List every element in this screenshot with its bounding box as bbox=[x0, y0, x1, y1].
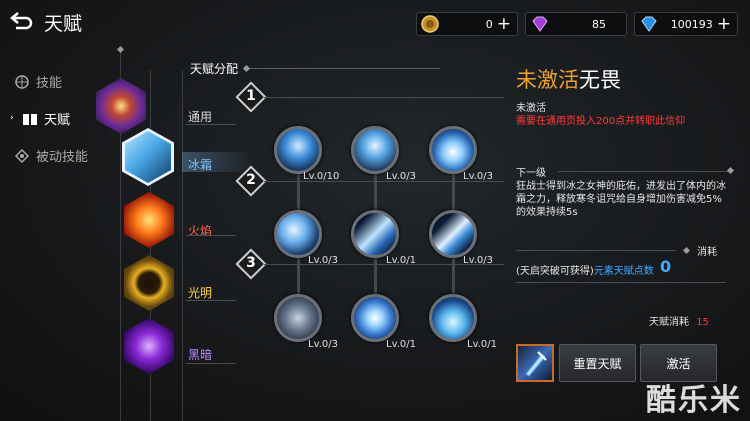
talent-requirement: 需要在通用页投入200点并转职此信仰 bbox=[516, 116, 686, 127]
gold-coin-value: 0 bbox=[485, 17, 493, 31]
nav-label-passive: 被动技能 bbox=[36, 150, 89, 165]
divider-line bbox=[186, 235, 236, 236]
skill-level: Lv.0/10 bbox=[303, 171, 340, 182]
next-level-label: 下一级 bbox=[516, 168, 546, 179]
book-icon bbox=[22, 111, 38, 127]
skill-icon bbox=[14, 74, 30, 90]
category-label-general[interactable]: 通用 bbox=[188, 108, 212, 125]
category-label-light[interactable]: 光明 bbox=[188, 284, 212, 301]
purple-gem-value: 85 bbox=[592, 17, 606, 31]
divider-line bbox=[264, 97, 504, 98]
nav-item-talent[interactable]: 天赋 bbox=[22, 109, 70, 128]
divider-line bbox=[250, 68, 440, 69]
skill-connector bbox=[452, 174, 455, 210]
element-points-row: (天启突破可获得)元素天赋点数 bbox=[516, 262, 654, 277]
reset-talent-button[interactable]: 重置天赋 bbox=[559, 344, 636, 382]
blue-diamond-value: 100193 bbox=[670, 17, 713, 31]
divider-line bbox=[186, 124, 236, 125]
skill-frost-strike[interactable] bbox=[429, 210, 477, 258]
skill-connector bbox=[452, 258, 455, 294]
purple-gem-icon bbox=[530, 15, 548, 33]
gold-coin-counter[interactable]: 0 + bbox=[416, 12, 518, 36]
skill-connector bbox=[374, 174, 377, 210]
talent-item-slot[interactable] bbox=[516, 344, 554, 382]
category-label-frost[interactable]: 冰霜 bbox=[188, 156, 212, 173]
skill-frost-warrior[interactable] bbox=[351, 126, 399, 174]
skill-frost-armor[interactable] bbox=[274, 294, 322, 342]
divider-line bbox=[516, 282, 726, 283]
element-points-value: 0 bbox=[660, 257, 672, 276]
add-gold-button[interactable]: + bbox=[497, 16, 511, 33]
purple-gem-counter: 85 bbox=[525, 12, 627, 36]
talent-title: 未激活无畏 bbox=[516, 64, 621, 94]
skill-level: Lv.0/3 bbox=[463, 171, 493, 182]
blue-diamond-counter[interactable]: 100193 + bbox=[634, 12, 738, 36]
obtain-hint: (天启突破可获得) bbox=[516, 266, 594, 277]
element-points-label: 元素天赋点数 bbox=[593, 266, 654, 277]
category-label-dark[interactable]: 黑暗 bbox=[188, 346, 212, 363]
nav-item-skills[interactable]: 技能 bbox=[14, 72, 62, 91]
watermark: 酷乐米 bbox=[646, 383, 742, 418]
divider-line bbox=[558, 171, 728, 172]
skill-level: Lv.0/3 bbox=[308, 255, 338, 266]
category-label-fire[interactable]: 火焰 bbox=[188, 222, 212, 239]
skill-frost-shield[interactable] bbox=[429, 294, 477, 342]
talent-cost-value: 15 bbox=[696, 317, 709, 328]
cost-label: 消耗 bbox=[697, 247, 717, 258]
divider-line bbox=[186, 363, 236, 364]
talent-description: 狂战士得到冰之女神的庇佑，进发出了体内的冰霜之力，释放寒冬诅咒给自身增加伤害减免… bbox=[516, 181, 726, 218]
nav-label-skills: 技能 bbox=[36, 76, 63, 91]
skill-level: Lv.0/3 bbox=[386, 171, 416, 182]
divider-line bbox=[182, 70, 183, 421]
page-title: 天赋 bbox=[44, 13, 83, 35]
talent-title-name: 无畏 bbox=[579, 68, 621, 92]
divider-line bbox=[516, 250, 676, 251]
add-diamond-button[interactable]: + bbox=[717, 16, 731, 33]
skill-frost-hand[interactable] bbox=[274, 126, 322, 174]
skill-level: Lv.0/3 bbox=[463, 255, 493, 266]
nav-label-talent: 天赋 bbox=[44, 113, 71, 128]
nav-selected-indicator: › bbox=[10, 113, 14, 123]
talent-cost-label: 天赋消耗 bbox=[649, 317, 689, 328]
tier-number: 3 bbox=[246, 255, 256, 271]
skill-connector bbox=[297, 258, 300, 294]
skill-level: Lv.0/3 bbox=[308, 339, 338, 350]
skill-level: Lv.0/1 bbox=[386, 255, 416, 266]
back-arrow-icon[interactable] bbox=[10, 10, 36, 32]
skill-frost-vortex[interactable] bbox=[351, 294, 399, 342]
talent-allocation-header: 天赋分配 bbox=[190, 62, 239, 76]
gold-coin-icon bbox=[421, 15, 439, 33]
tier-number: 2 bbox=[246, 172, 256, 188]
nav-item-passive[interactable]: 被动技能 bbox=[14, 146, 88, 165]
blue-diamond-icon bbox=[639, 15, 657, 33]
tier-number: 1 bbox=[246, 88, 256, 104]
skill-level: Lv.0/1 bbox=[467, 339, 497, 350]
skill-level: Lv.0/1 bbox=[386, 339, 416, 350]
talent-cost-row: 天赋消耗 15 bbox=[649, 313, 709, 328]
talent-title-status: 未激活 bbox=[516, 68, 579, 92]
skill-ice-blade[interactable] bbox=[351, 210, 399, 258]
skill-frost-slash[interactable] bbox=[274, 210, 322, 258]
passive-icon bbox=[14, 148, 30, 164]
ice-sword-icon bbox=[525, 351, 547, 377]
skill-connector bbox=[374, 258, 377, 294]
divider-line bbox=[186, 300, 236, 301]
skill-ice-crystal[interactable] bbox=[429, 126, 477, 174]
skill-connector bbox=[297, 174, 300, 210]
